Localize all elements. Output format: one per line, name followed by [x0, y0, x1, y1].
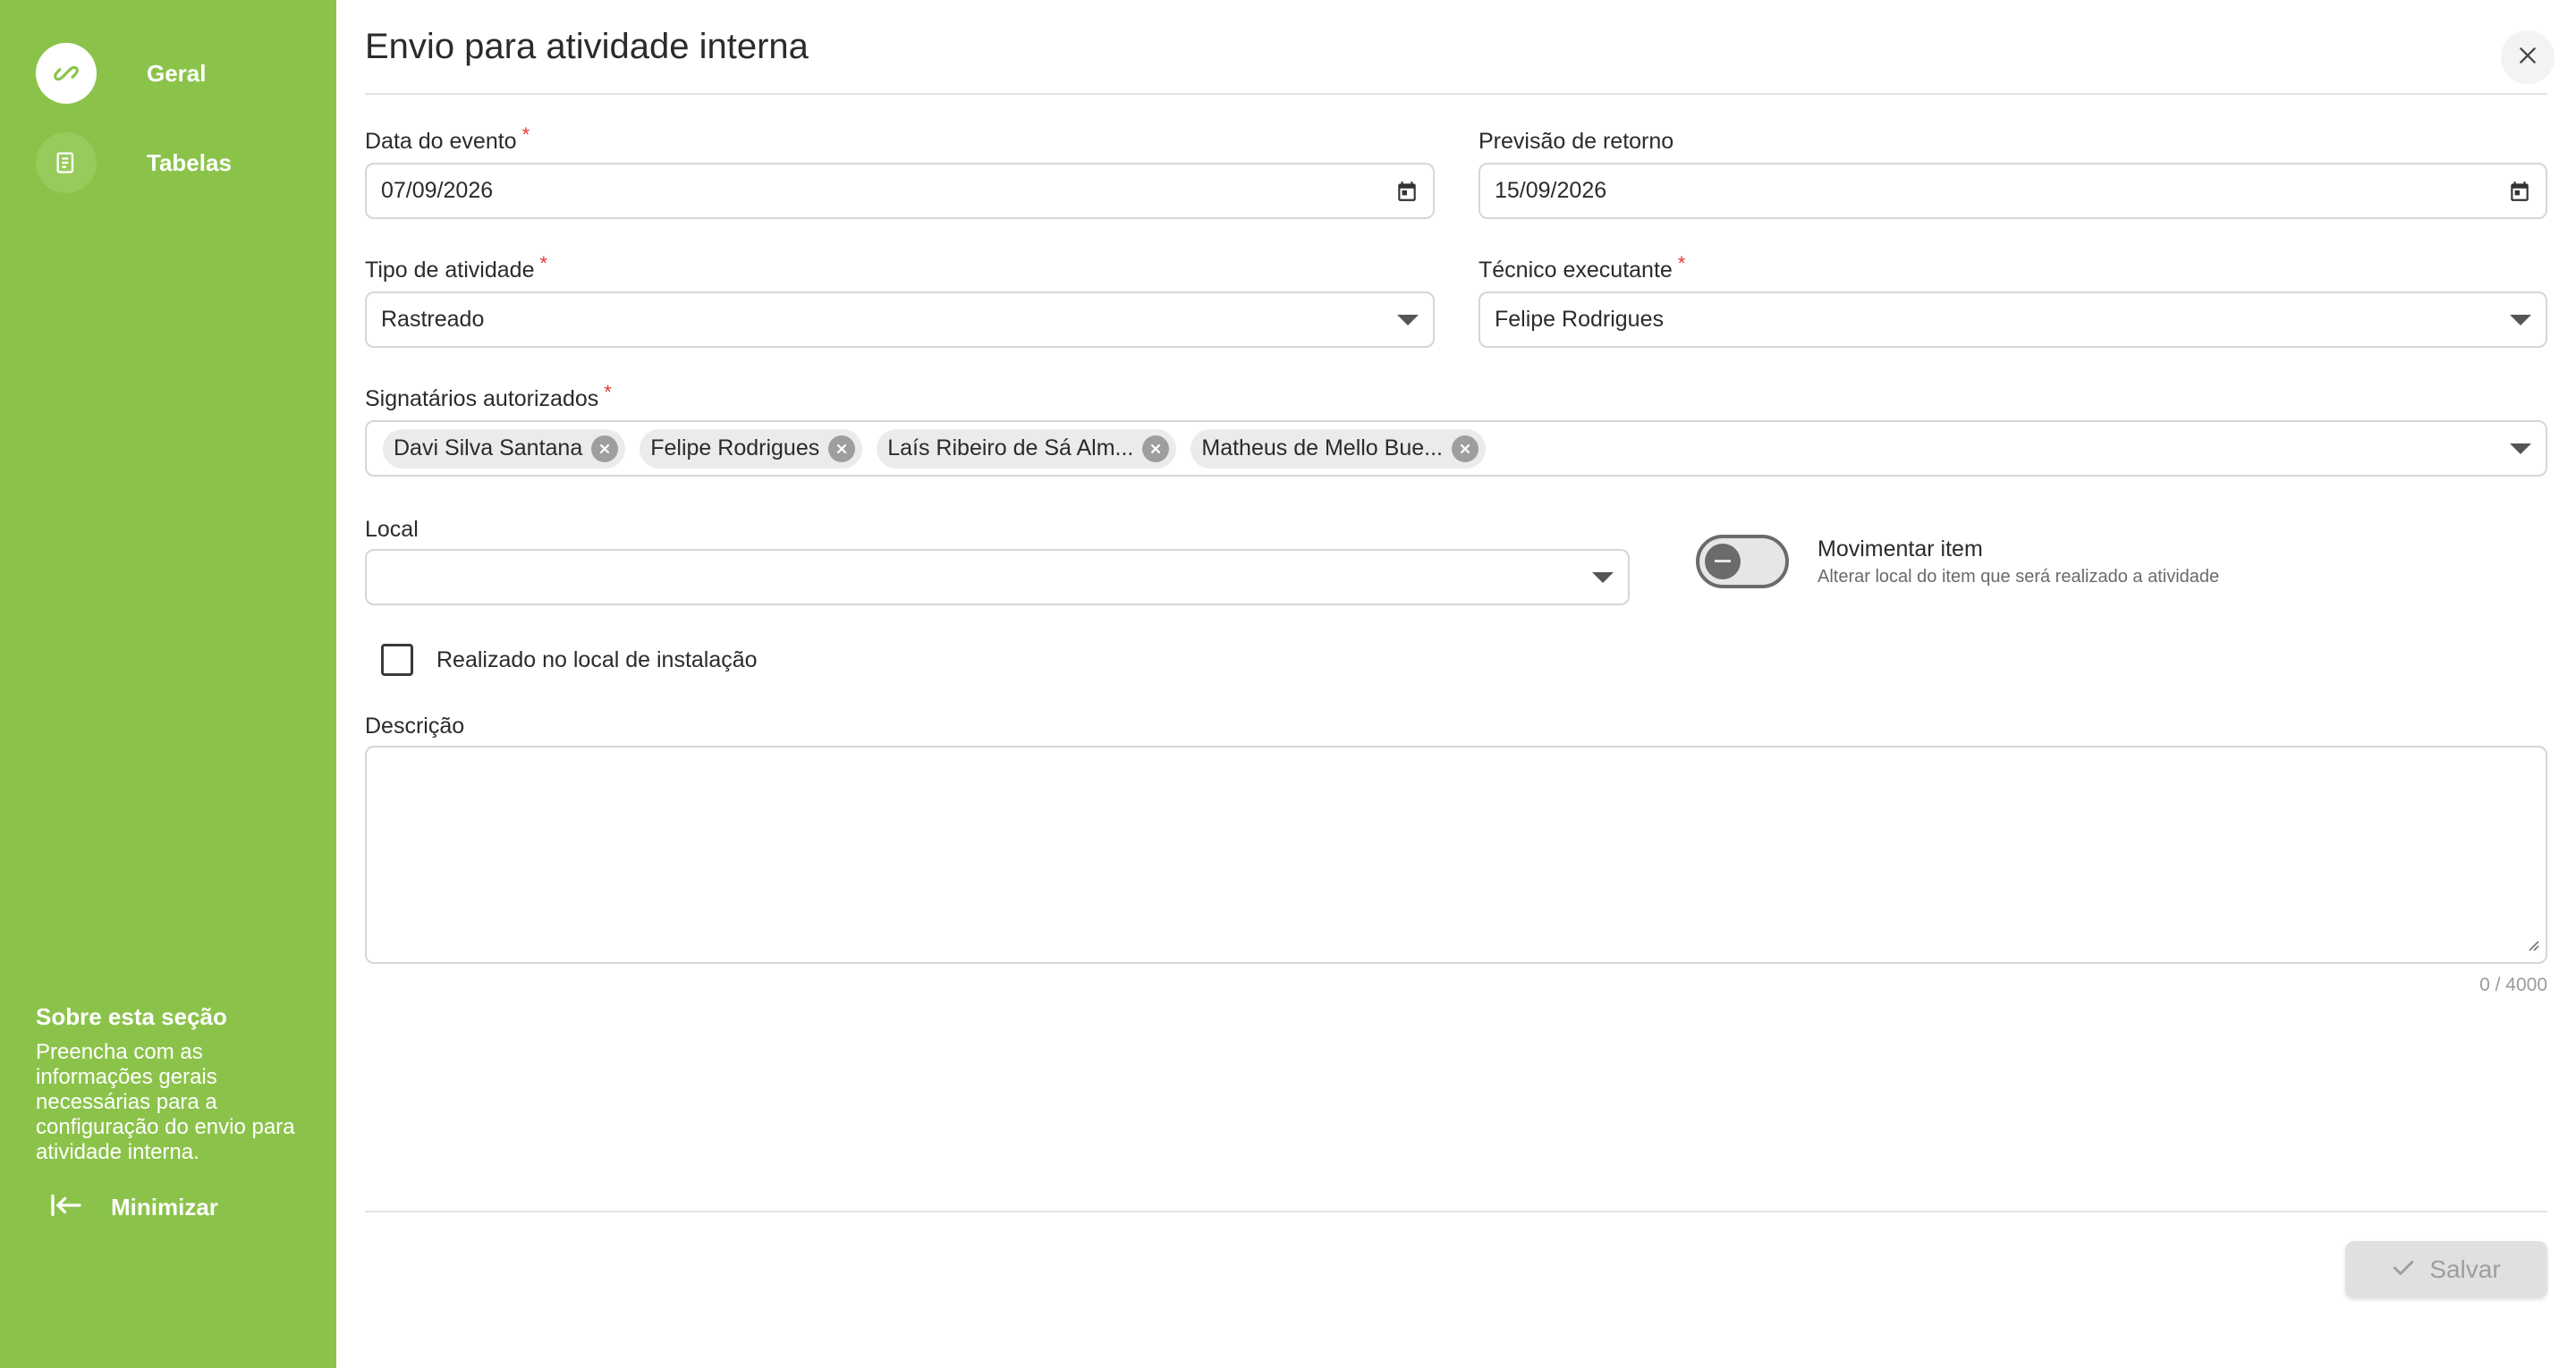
toggle-knob [1705, 544, 1741, 579]
collapse-left-icon [50, 1193, 82, 1222]
about-title: Sobre esta seção [36, 1003, 227, 1030]
data-evento-label: Data do evento * [365, 123, 530, 154]
calendar-icon[interactable] [1395, 180, 1419, 203]
remove-chip-icon[interactable] [828, 435, 856, 462]
about-text: Preencha com as informações gerais neces… [36, 1040, 295, 1164]
local-select[interactable] [365, 549, 1630, 605]
close-icon [2518, 46, 2538, 70]
movimentar-item-label: Movimentar item [1818, 536, 1983, 562]
realizado-label: Realizado no local de instalação [436, 647, 758, 672]
signatarios-multiselect[interactable]: Davi Silva Santana Felipe Rodrigues Laís… [365, 420, 2547, 477]
close-button[interactable] [2501, 30, 2555, 84]
remove-chip-icon[interactable] [1451, 435, 1479, 462]
tecnico-label: Técnico executante * [1479, 252, 1686, 283]
minimize-label: Minimizar [111, 1194, 218, 1220]
previsao-retorno-field[interactable]: 15/09/2026 [1479, 163, 2547, 219]
tipo-atividade-label: Tipo de atividade * [365, 252, 548, 283]
data-evento-value: 07/09/2026 [381, 178, 494, 203]
required-mark: * [1677, 252, 1686, 274]
signatario-chip: Davi Silva Santana [383, 428, 626, 469]
signatario-chip: Laís Ribeiro de Sá Alm... [877, 428, 1177, 469]
tipo-atividade-value: Rastreado [381, 307, 485, 332]
descricao-label: Descrição [365, 714, 465, 739]
previsao-retorno-value: 15/09/2026 [1495, 178, 1607, 203]
page-title: Envio para atividade interna [365, 27, 809, 66]
tecnico-select[interactable]: Felipe Rodrigues [1479, 291, 2547, 348]
resize-handle-icon[interactable] [2526, 938, 2540, 957]
calendar-icon[interactable] [2508, 180, 2531, 203]
realizado-checkbox[interactable] [381, 644, 413, 676]
remove-chip-icon[interactable] [1142, 435, 1170, 462]
chevron-down-icon [1397, 314, 1419, 325]
previsao-retorno-label: Previsão de retorno [1479, 129, 1674, 154]
sidebar-item-geral[interactable]: Geral [36, 43, 207, 104]
sidebar: Geral Tabelas Sobre esta seção Preencha … [0, 0, 336, 1368]
movimentar-item-toggle[interactable] [1696, 535, 1789, 588]
sidebar-item-tabelas[interactable]: Tabelas [36, 132, 232, 193]
required-mark: * [521, 123, 530, 146]
link-icon [36, 43, 97, 104]
minimize-button[interactable]: Minimizar [50, 1193, 218, 1222]
chevron-down-icon [2510, 314, 2531, 325]
check-icon [2392, 1258, 2415, 1282]
signatarios-label: Signatários autorizados * [365, 381, 612, 411]
table-list-icon [36, 132, 97, 193]
movimentar-item-sublabel: Alterar local do item que será realizado… [1818, 567, 2220, 587]
header-divider [365, 93, 2547, 95]
save-button[interactable]: Salvar [2345, 1241, 2547, 1298]
data-evento-field[interactable]: 07/09/2026 [365, 163, 1435, 219]
signatario-chip: Felipe Rodrigues [640, 428, 863, 469]
chevron-down-icon [1592, 571, 1614, 583]
descricao-textarea[interactable] [365, 746, 2547, 964]
signatario-chip: Matheus de Mello Bue... [1191, 428, 1486, 469]
about-section: Sobre esta seção Preencha com as informa… [36, 1003, 304, 1165]
chip-list: Davi Silva Santana Felipe Rodrigues Laís… [383, 428, 2546, 469]
tecnico-value: Felipe Rodrigues [1495, 307, 1664, 332]
local-label: Local [365, 517, 419, 542]
sidebar-item-label: Geral [147, 59, 207, 87]
remove-chip-icon[interactable] [591, 435, 619, 462]
sidebar-item-label: Tabelas [147, 148, 232, 176]
save-label: Salvar [2429, 1255, 2501, 1283]
main-panel: Envio para atividade interna Data do eve… [336, 0, 2576, 1368]
tipo-atividade-select[interactable]: Rastreado [365, 291, 1435, 348]
footer-divider [365, 1211, 2547, 1212]
required-mark: * [604, 381, 612, 403]
required-mark: * [539, 252, 548, 274]
descricao-counter: 0 / 4000 [2479, 975, 2547, 995]
chevron-down-icon [2510, 443, 2531, 454]
